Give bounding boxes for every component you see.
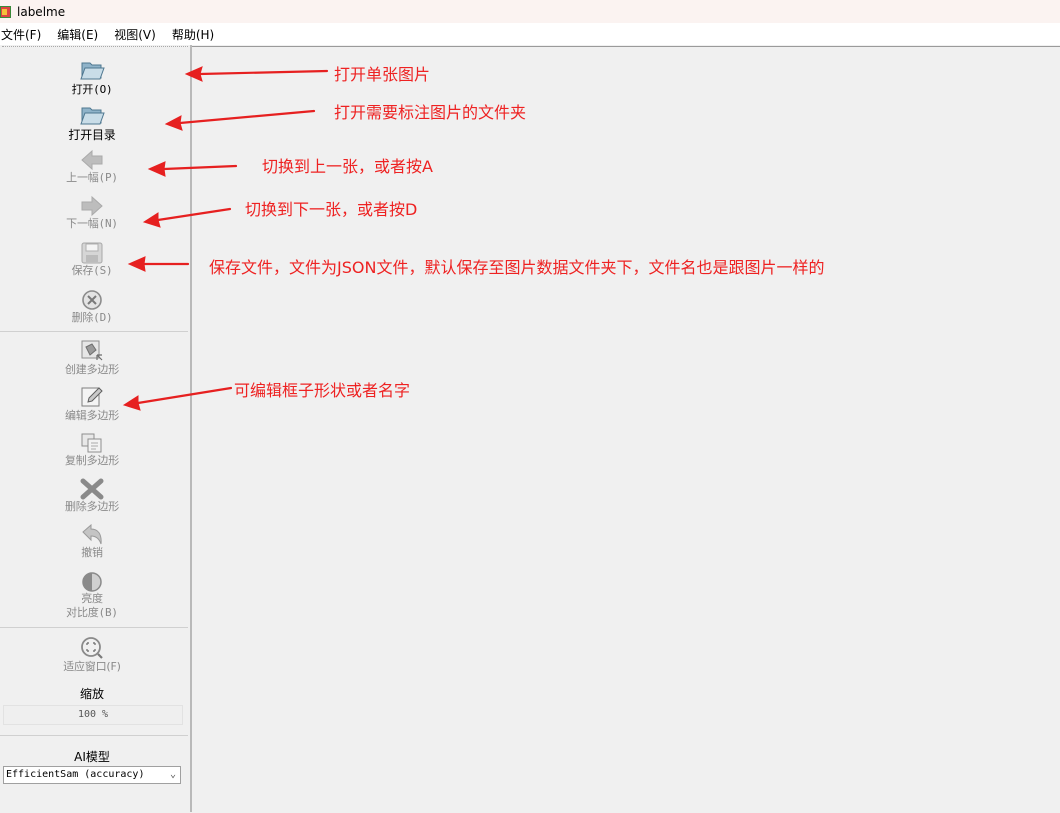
undo-icon (82, 524, 102, 545)
floppy-disk-icon (81, 242, 103, 264)
cross-delete-icon (80, 478, 104, 500)
zoom-fit-icon (81, 637, 103, 659)
app-logo-icon (0, 5, 11, 18)
brightness-contrast-button[interactable]: 亮度 对比度(B) (0, 570, 184, 620)
menu-file[interactable]: 文件(F) (0, 26, 49, 43)
undo-label: 撤销 (81, 546, 103, 559)
ai-model-title: AI模型 (74, 750, 110, 764)
folder-open-icon (80, 107, 105, 125)
annotation-save: 保存文件，文件为JSON文件，默认保存至图片数据文件夹下，文件名也是跟图片一样的 (209, 258, 825, 277)
polygon-create-icon (81, 340, 103, 361)
ai-model-selected: EfficientSam (accuracy) (6, 769, 145, 780)
copy-icon (81, 433, 102, 453)
create-polygon-button[interactable]: 创建多边形 (0, 339, 184, 377)
folder-open-icon (80, 62, 105, 80)
annotation-next: 切换到下一张，或者按D (245, 200, 418, 219)
prev-image-label: 上一幅(P) (66, 171, 118, 184)
undo-button[interactable]: 撤销 (0, 524, 184, 560)
open-button[interactable]: 打开(O) (0, 57, 184, 97)
copy-polygon-label: 复制多边形 (65, 454, 119, 467)
arrow-right-icon (81, 195, 103, 217)
fit-window-label: 适应窗口(F) (63, 660, 121, 673)
zoom-spinbox[interactable]: 100 % (3, 705, 183, 725)
menu-bar: 文件(F) 编辑(E) 视图(V) 帮助(H) (0, 23, 1060, 45)
open-dir-button[interactable]: 打开目录 (0, 102, 184, 142)
annotation-prev: 切换到上一张，或者按A (262, 157, 433, 176)
annotation-open-dir: 打开需要标注图片的文件夹 (334, 103, 527, 122)
toolbar-grip[interactable] (2, 46, 188, 47)
zoom-title: 缩放 (79, 687, 104, 701)
circle-x-icon (82, 290, 102, 310)
copy-polygon-button[interactable]: 复制多边形 (0, 432, 184, 468)
toolbar-separator (0, 735, 188, 736)
delete-file-button[interactable]: 删除(D) (0, 289, 184, 325)
delete-file-label: 删除(D) (71, 311, 113, 324)
prev-image-button[interactable]: 上一幅(P) (0, 149, 184, 185)
window-title: labelme (17, 4, 66, 19)
edit-polygon-button[interactable]: 编辑多边形 (0, 385, 184, 423)
menu-view[interactable]: 视图(V) (113, 26, 164, 43)
edit-polygon-label: 编辑多边形 (65, 409, 119, 422)
next-image-button[interactable]: 下一幅(N) (0, 195, 184, 231)
pencil-edit-icon (81, 387, 103, 407)
ai-model-select[interactable]: EfficientSam (accuracy) ⌄ (3, 766, 181, 784)
title-bar: labelme (0, 0, 1060, 23)
open-label: 打开(O) (71, 83, 113, 96)
chevron-down-icon: ⌄ (169, 769, 176, 780)
annotation-open: 打开单张图片 (334, 65, 431, 84)
next-image-label: 下一幅(N) (66, 217, 118, 230)
brightness-icon (82, 572, 102, 592)
left-toolbar: 打开(O) 打开目录 上一幅(P) 下一幅(N) 保存(S) 删除(D) 创建多… (0, 45, 192, 812)
delete-polygon-label: 删除多边形 (65, 500, 119, 513)
annotation-edit: 可编辑框子形状或者名字 (234, 381, 411, 400)
menu-help[interactable]: 帮助(H) (171, 26, 222, 43)
brightness-label: 亮度 (81, 592, 103, 605)
fit-window-button[interactable]: 适应窗口(F) (0, 636, 184, 674)
arrow-left-icon (81, 149, 103, 171)
menu-edit[interactable]: 编辑(E) (56, 26, 106, 43)
toolbar-separator (0, 331, 188, 332)
toolbar-separator (0, 627, 188, 628)
save-button[interactable]: 保存(S) (0, 242, 184, 278)
delete-polygon-button[interactable]: 删除多边形 (0, 478, 184, 514)
open-dir-label: 打开目录 (68, 128, 116, 142)
save-label: 保存(S) (71, 264, 113, 277)
create-polygon-label: 创建多边形 (65, 363, 119, 376)
contrast-label: 对比度(B) (66, 606, 118, 619)
